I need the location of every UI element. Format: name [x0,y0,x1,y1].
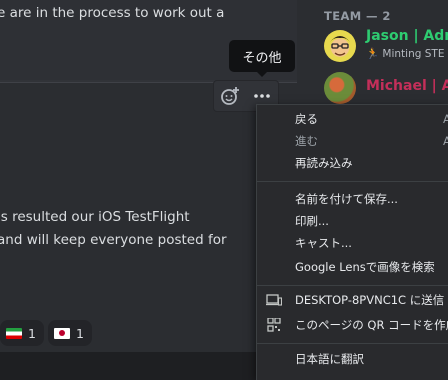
member-name: Jason | Adm [366,28,448,44]
menu-item-send-to-device[interactable]: DESKTOP-8PVNC1C に送信 [257,290,448,310]
menu-item-qr-code[interactable]: このページの QR コードを作成 [257,315,448,335]
member-group-header: TEAM — 2 [324,9,391,23]
member-item[interactable]: Jason | Adm 🏃 Minting STE [324,26,448,66]
member-item[interactable]: Michael | Ad [324,68,448,108]
avatar-face-icon [330,36,350,56]
reaction-count: 1 [75,325,84,341]
menu-item-save-as[interactable]: 名前を付けて保存... [257,189,448,209]
menu-item-google-lens[interactable]: Google Lensで画像を検索 [257,257,448,277]
menu-item-reload[interactable]: 再読み込み [257,153,448,173]
menu-separator [257,285,448,286]
menu-separator [257,181,448,182]
menu-item-forward: 進む A [257,131,448,151]
reaction-iran[interactable]: 1 [0,320,44,346]
qr-code-icon [267,318,281,332]
menu-shortcut: A [443,134,448,148]
more-tooltip: その他 [229,40,295,77]
chat-input-area [0,352,297,380]
running-icon: 🏃 [366,48,380,60]
japan-flag-icon [53,327,70,339]
menu-item-translate[interactable]: 日本語に翻訳 [257,349,448,369]
add-reaction-icon [221,87,239,105]
message-hovered[interactable]: is resulted our iOS TestFlight and will … [0,83,297,353]
menu-shortcut: A [443,112,448,126]
add-reaction-button[interactable] [217,83,243,109]
context-menu: 戻る A 進む A 再読み込み 名前を付けて保存... 印刷... キャスト..… [256,104,448,380]
message-text: e are in the process to work out a [0,5,225,21]
message-text: and will keep everyone posted for [0,232,227,248]
reactions-bar: 1 1 [0,320,92,346]
reaction-japan[interactable]: 1 [47,320,92,346]
menu-item-print[interactable]: 印刷... [257,211,448,231]
avatar [324,30,356,62]
iran-flag-icon [6,327,22,339]
member-name: Michael | Ad [366,78,448,94]
message-text: is resulted our iOS TestFlight [0,209,190,225]
device-icon [266,294,282,306]
menu-separator [257,343,448,344]
member-status: 🏃 Minting STE [366,48,445,60]
more-icon [254,94,270,98]
menu-item-cast[interactable]: キャスト... [257,233,448,253]
menu-item-back[interactable]: 戻る A [257,109,448,129]
avatar [324,72,356,104]
reaction-count: 1 [28,325,36,341]
